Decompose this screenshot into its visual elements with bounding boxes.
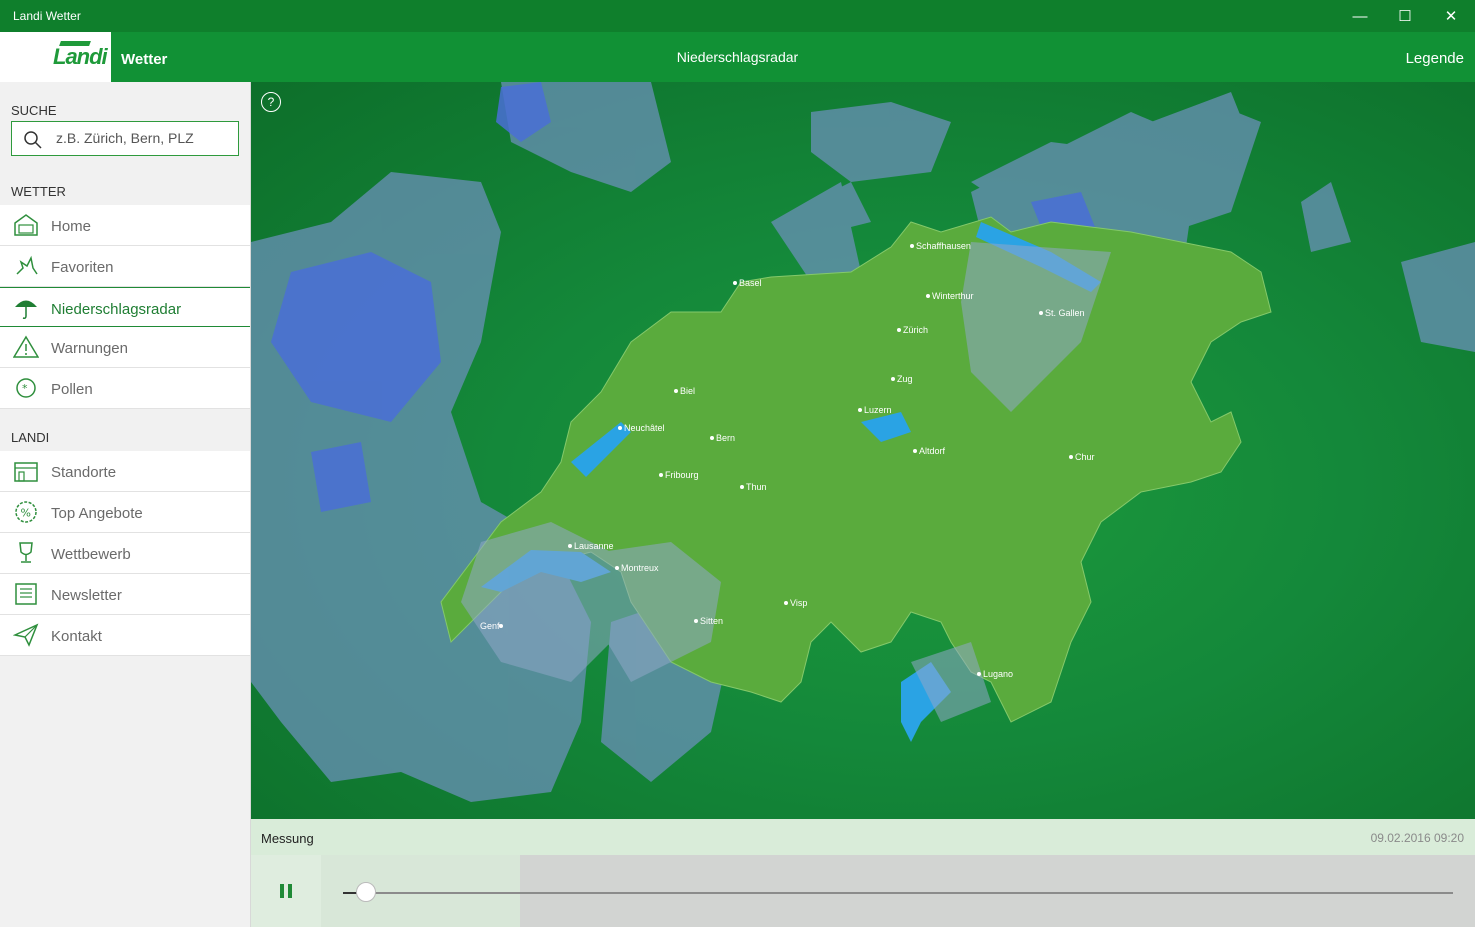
trophy-icon — [19, 542, 33, 563]
nav-item-favorites[interactable]: Favoriten — [0, 246, 250, 287]
city-biel: Biel — [680, 386, 695, 396]
search-icon — [24, 131, 42, 149]
nav-item-label: Pollen — [51, 381, 93, 398]
nav-item-warnings[interactable]: Warnungen — [0, 327, 250, 368]
city-altdorf: Altdorf — [919, 446, 946, 456]
svg-text:*: * — [22, 382, 28, 395]
landi-logo: Landi — [0, 32, 111, 82]
city-winterthur: Winterthur — [932, 291, 974, 301]
city-neuchatel: Neuchâtel — [624, 423, 665, 433]
city-sitten: Sitten — [700, 616, 723, 626]
nav-item-label: Standorte — [51, 464, 117, 481]
app-header: Landi Wetter Niederschlagsradar Legende — [0, 32, 1475, 82]
city-zurich: Zürich — [903, 325, 928, 335]
city-schaffhausen: Schaffhausen — [916, 241, 971, 251]
pause-icon-left — [280, 884, 284, 898]
umbrella-icon — [15, 300, 37, 319]
nav-item-label: Kontakt — [51, 628, 102, 645]
search-section-label: SUCHE — [11, 103, 57, 118]
nav-item-home[interactable]: Home — [0, 205, 250, 246]
minimize-button[interactable]: — — [1337, 0, 1383, 32]
favorites-icon — [16, 255, 38, 275]
nav-item-newsletter[interactable]: Newsletter — [0, 574, 250, 615]
city-bern: Bern — [716, 433, 735, 443]
landi-section-label: LANDI — [11, 430, 50, 445]
weather-section-label: WETTER — [11, 184, 66, 199]
radar-map-canvas: Schaffhausen Basel Winterthur St. Gallen… — [251, 82, 1475, 802]
nav-item-contest[interactable]: Wettbewerb — [0, 533, 250, 574]
home-icon — [14, 214, 38, 236]
nav-item-locations[interactable]: Standorte — [0, 451, 250, 492]
city-visp: Visp — [790, 598, 807, 608]
weather-nav: Home Favoriten Niederschlagsradar Warnun… — [0, 205, 250, 409]
pause-button[interactable] — [251, 855, 322, 927]
store-icon — [14, 462, 38, 482]
city-genf: Genf — [480, 621, 500, 631]
radar-map[interactable]: Schaffhausen Basel Winterthur St. Gallen… — [251, 82, 1475, 819]
svg-text:%: % — [21, 507, 31, 520]
nav-item-label: Home — [51, 218, 92, 235]
app-name: Wetter — [121, 51, 168, 68]
legend-button[interactable]: Legende — [1406, 50, 1464, 67]
page-title: Niederschlagsradar — [676, 49, 799, 65]
city-fribourg: Fribourg — [665, 470, 699, 480]
city-thun: Thun — [746, 482, 767, 492]
warning-icon — [13, 335, 39, 358]
nav-item-label: Favoriten — [51, 259, 114, 276]
measurement-label: Messung — [261, 831, 314, 846]
nav-item-contact[interactable]: Kontakt — [0, 615, 250, 656]
city-luzern: Luzern — [864, 405, 892, 415]
pause-icon-right — [288, 884, 292, 898]
timeline-controls — [251, 855, 1475, 927]
city-montreux: Montreux — [621, 563, 659, 573]
window-title: Landi Wetter — [13, 9, 81, 23]
help-icon[interactable]: ? — [261, 92, 281, 112]
nav-item-radar[interactable]: Niederschlagsradar — [0, 287, 250, 327]
city-basel: Basel — [739, 278, 762, 288]
landi-nav: Standorte % Top Angebote Wettbewerb News… — [0, 451, 250, 656]
timestamp: 09.02.2016 09:20 — [1370, 831, 1464, 845]
window-titlebar: Landi Wetter — ☐ ✕ — [0, 0, 1475, 32]
search-input[interactable] — [54, 129, 233, 147]
logo-text: Landi — [53, 44, 108, 69]
nav-item-offers[interactable]: % Top Angebote — [0, 492, 250, 533]
maximize-button[interactable]: ☐ — [1382, 0, 1428, 32]
city-lugano: Lugano — [983, 669, 1013, 679]
nav-item-label: Wettbewerb — [51, 546, 131, 563]
nav-item-label: Top Angebote — [51, 505, 143, 522]
search-box[interactable] — [11, 121, 239, 156]
sidebar: SUCHE WETTER Home Favoriten N — [0, 82, 251, 927]
newsletter-icon — [15, 583, 37, 605]
timeline-header: Messung 09.02.2016 09:20 — [251, 819, 1475, 855]
city-zug: Zug — [897, 374, 913, 384]
timeline-slider-thumb[interactable] — [356, 882, 376, 902]
nav-item-label: Niederschlagsradar — [51, 301, 182, 318]
paper-plane-icon — [13, 623, 39, 647]
close-button[interactable]: ✕ — [1428, 0, 1474, 32]
loaded-range — [321, 855, 520, 927]
city-st-gallen: St. Gallen — [1045, 308, 1085, 318]
city-chur: Chur — [1075, 452, 1095, 462]
nav-item-label: Newsletter — [51, 587, 122, 604]
city-lausanne: Lausanne — [574, 541, 614, 551]
timeline-track[interactable] — [343, 892, 1453, 894]
percent-icon: % — [15, 501, 37, 523]
pollen-icon: * — [16, 378, 36, 398]
nav-item-pollen[interactable]: * Pollen — [0, 368, 250, 409]
nav-item-label: Warnungen — [51, 340, 128, 357]
